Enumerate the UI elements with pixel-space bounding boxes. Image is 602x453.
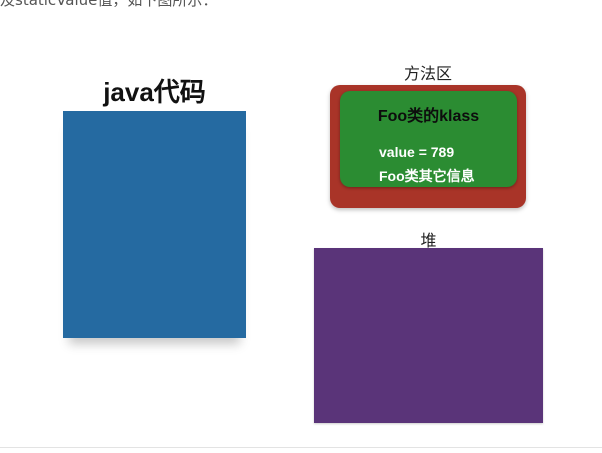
heap-block <box>314 248 543 423</box>
intro-text: 及staticValue值，如下图所示： <box>0 0 218 9</box>
method-area-box: Foo类的klass value = 789 Foo类其它信息 <box>330 85 526 208</box>
klass-title: Foo类的klass <box>377 108 480 125</box>
java-code-title: java代码 <box>103 77 206 107</box>
method-area-label: 方法区 <box>403 64 452 83</box>
java-code-block <box>63 111 246 338</box>
divider <box>0 447 602 448</box>
klass-other-info: Foo类其它信息 <box>379 168 475 184</box>
klass-value-line: value = 789 <box>379 144 455 160</box>
klass-box: Foo类的klass value = 789 Foo类其它信息 <box>340 91 517 187</box>
